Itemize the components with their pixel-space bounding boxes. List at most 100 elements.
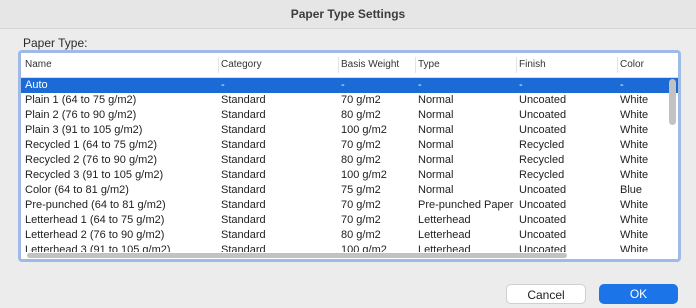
column-header-category[interactable]: Category [221, 53, 339, 77]
cell-color: White [620, 229, 649, 241]
cell-basis-weight: 100 g/m2 [341, 169, 387, 181]
cell-basis-weight: 70 g/m2 [341, 199, 381, 211]
cell-finish: Uncoated [519, 109, 567, 121]
cell-name: Letterhead 3 (91 to 105 g/m2) [25, 244, 171, 252]
cell-type: Normal [418, 124, 454, 136]
table-row[interactable]: Plain 3 (91 to 105 g/m2) Standard 100 g/… [21, 123, 678, 138]
cell-category: Standard [221, 124, 266, 136]
cell-type: Normal [418, 109, 454, 121]
cell-category: Standard [221, 169, 266, 181]
cell-finish: Uncoated [519, 214, 567, 226]
cell-basis-weight: 100 g/m2 [341, 124, 387, 136]
cell-type: Pre-punched Paper [418, 199, 514, 211]
cell-color: - [620, 79, 624, 91]
cell-name: Plain 3 (91 to 105 g/m2) [25, 124, 143, 136]
horizontal-scrollbar[interactable] [27, 253, 567, 258]
cell-name: Auto [25, 79, 48, 91]
cell-category: Standard [221, 109, 266, 121]
cell-basis-weight: 80 g/m2 [341, 109, 381, 121]
cell-type: Normal [418, 139, 454, 151]
table-row[interactable]: Pre-punched (64 to 81 g/m2) Standard 70 … [21, 198, 678, 213]
cell-basis-weight: - [341, 79, 345, 91]
cell-name: Plain 2 (76 to 90 g/m2) [25, 109, 137, 121]
cell-type: Normal [418, 184, 454, 196]
cell-color: White [620, 109, 649, 121]
table-row[interactable]: Letterhead 1 (64 to 75 g/m2) Standard 70… [21, 213, 678, 228]
table-row[interactable]: Plain 2 (76 to 90 g/m2) Standard 80 g/m2… [21, 108, 678, 123]
cell-color: White [620, 94, 649, 106]
cell-basis-weight: 75 g/m2 [341, 184, 381, 196]
cell-category: Standard [221, 199, 266, 211]
cell-finish: Uncoated [519, 94, 567, 106]
ok-button[interactable]: OK [599, 284, 678, 304]
cell-basis-weight: 70 g/m2 [341, 94, 381, 106]
cell-category: Standard [221, 154, 266, 166]
cell-finish: Uncoated [519, 184, 567, 196]
table-row[interactable]: Letterhead 2 (76 to 90 g/m2) Standard 80… [21, 228, 678, 243]
cell-type: - [418, 79, 422, 91]
cell-name: Recycled 1 (64 to 75 g/m2) [25, 139, 158, 151]
cell-name: Letterhead 2 (76 to 90 g/m2) [25, 229, 165, 241]
cell-type: Letterhead [418, 229, 471, 241]
column-header-finish[interactable]: Finish [519, 53, 617, 77]
cell-name: Plain 1 (64 to 75 g/m2) [25, 94, 137, 106]
cell-category: Standard [221, 229, 266, 241]
cell-finish: Uncoated [519, 229, 567, 241]
cell-type: Normal [418, 94, 454, 106]
cell-basis-weight: 70 g/m2 [341, 139, 381, 151]
cell-finish: Recycled [519, 139, 565, 151]
cell-category: Standard [221, 244, 266, 252]
table-row[interactable]: Recycled 3 (91 to 105 g/m2) Standard 100… [21, 168, 678, 183]
window-title: Paper Type Settings [0, 0, 696, 29]
paper-type-table[interactable]: Name Category Basis Weight Type Finish C… [18, 50, 681, 262]
column-divider[interactable] [617, 57, 618, 73]
column-divider[interactable] [415, 57, 416, 73]
cell-basis-weight: 70 g/m2 [341, 214, 381, 226]
cell-basis-weight: 80 g/m2 [341, 229, 381, 241]
cell-color: White [620, 124, 649, 136]
paper-type-label: Paper Type: [23, 36, 88, 50]
cell-color: White [620, 139, 649, 151]
cell-color: White [620, 154, 649, 166]
cell-type: Normal [418, 169, 454, 181]
cell-name: Color (64 to 81 g/m2) [25, 184, 129, 196]
column-header-basis-weight[interactable]: Basis Weight [341, 53, 415, 77]
cell-basis-weight: 80 g/m2 [341, 154, 381, 166]
column-divider[interactable] [338, 57, 339, 73]
cell-name: Recycled 2 (76 to 90 g/m2) [25, 154, 158, 166]
cell-color: White [620, 244, 649, 252]
cell-color: Blue [620, 184, 643, 196]
column-header-name[interactable]: Name [25, 53, 220, 77]
vertical-scrollbar[interactable] [669, 79, 676, 125]
cell-color: White [620, 169, 649, 181]
cell-color: White [620, 214, 649, 226]
cancel-button[interactable]: Cancel [506, 284, 586, 304]
cell-finish: Uncoated [519, 199, 567, 211]
cell-basis-weight: 100 g/m2 [341, 244, 387, 252]
cell-finish: Uncoated [519, 244, 567, 252]
cell-category: - [221, 79, 225, 91]
column-divider[interactable] [218, 57, 219, 73]
column-header-type[interactable]: Type [418, 53, 518, 77]
paper-type-settings-dialog: Paper Type Settings Paper Type: Name Cat… [0, 0, 696, 308]
cell-finish: Recycled [519, 154, 565, 166]
table-row[interactable]: Recycled 2 (76 to 90 g/m2) Standard 80 g… [21, 153, 678, 168]
table-row[interactable]: Auto - - - - - [21, 78, 678, 93]
table-row[interactable]: Letterhead 3 (91 to 105 g/m2) Standard 1… [21, 243, 678, 252]
cell-name: Letterhead 1 (64 to 75 g/m2) [25, 214, 165, 226]
cell-type: Letterhead [418, 214, 471, 226]
cell-finish: Recycled [519, 169, 565, 181]
cell-type: Normal [418, 154, 454, 166]
cell-name: Pre-punched (64 to 81 g/m2) [25, 199, 166, 211]
table-header: Name Category Basis Weight Type Finish C… [21, 53, 678, 78]
cell-category: Standard [221, 139, 266, 151]
cell-category: Standard [221, 214, 266, 226]
cell-color: White [620, 199, 649, 211]
table-row[interactable]: Recycled 1 (64 to 75 g/m2) Standard 70 g… [21, 138, 678, 153]
table-row[interactable]: Plain 1 (64 to 75 g/m2) Standard 70 g/m2… [21, 93, 678, 108]
cell-name: Recycled 3 (91 to 105 g/m2) [25, 169, 164, 181]
column-divider[interactable] [516, 57, 517, 73]
cell-type: Letterhead [418, 244, 471, 252]
table-row[interactable]: Color (64 to 81 g/m2) Standard 75 g/m2 N… [21, 183, 678, 198]
column-header-color[interactable]: Color [620, 53, 668, 77]
